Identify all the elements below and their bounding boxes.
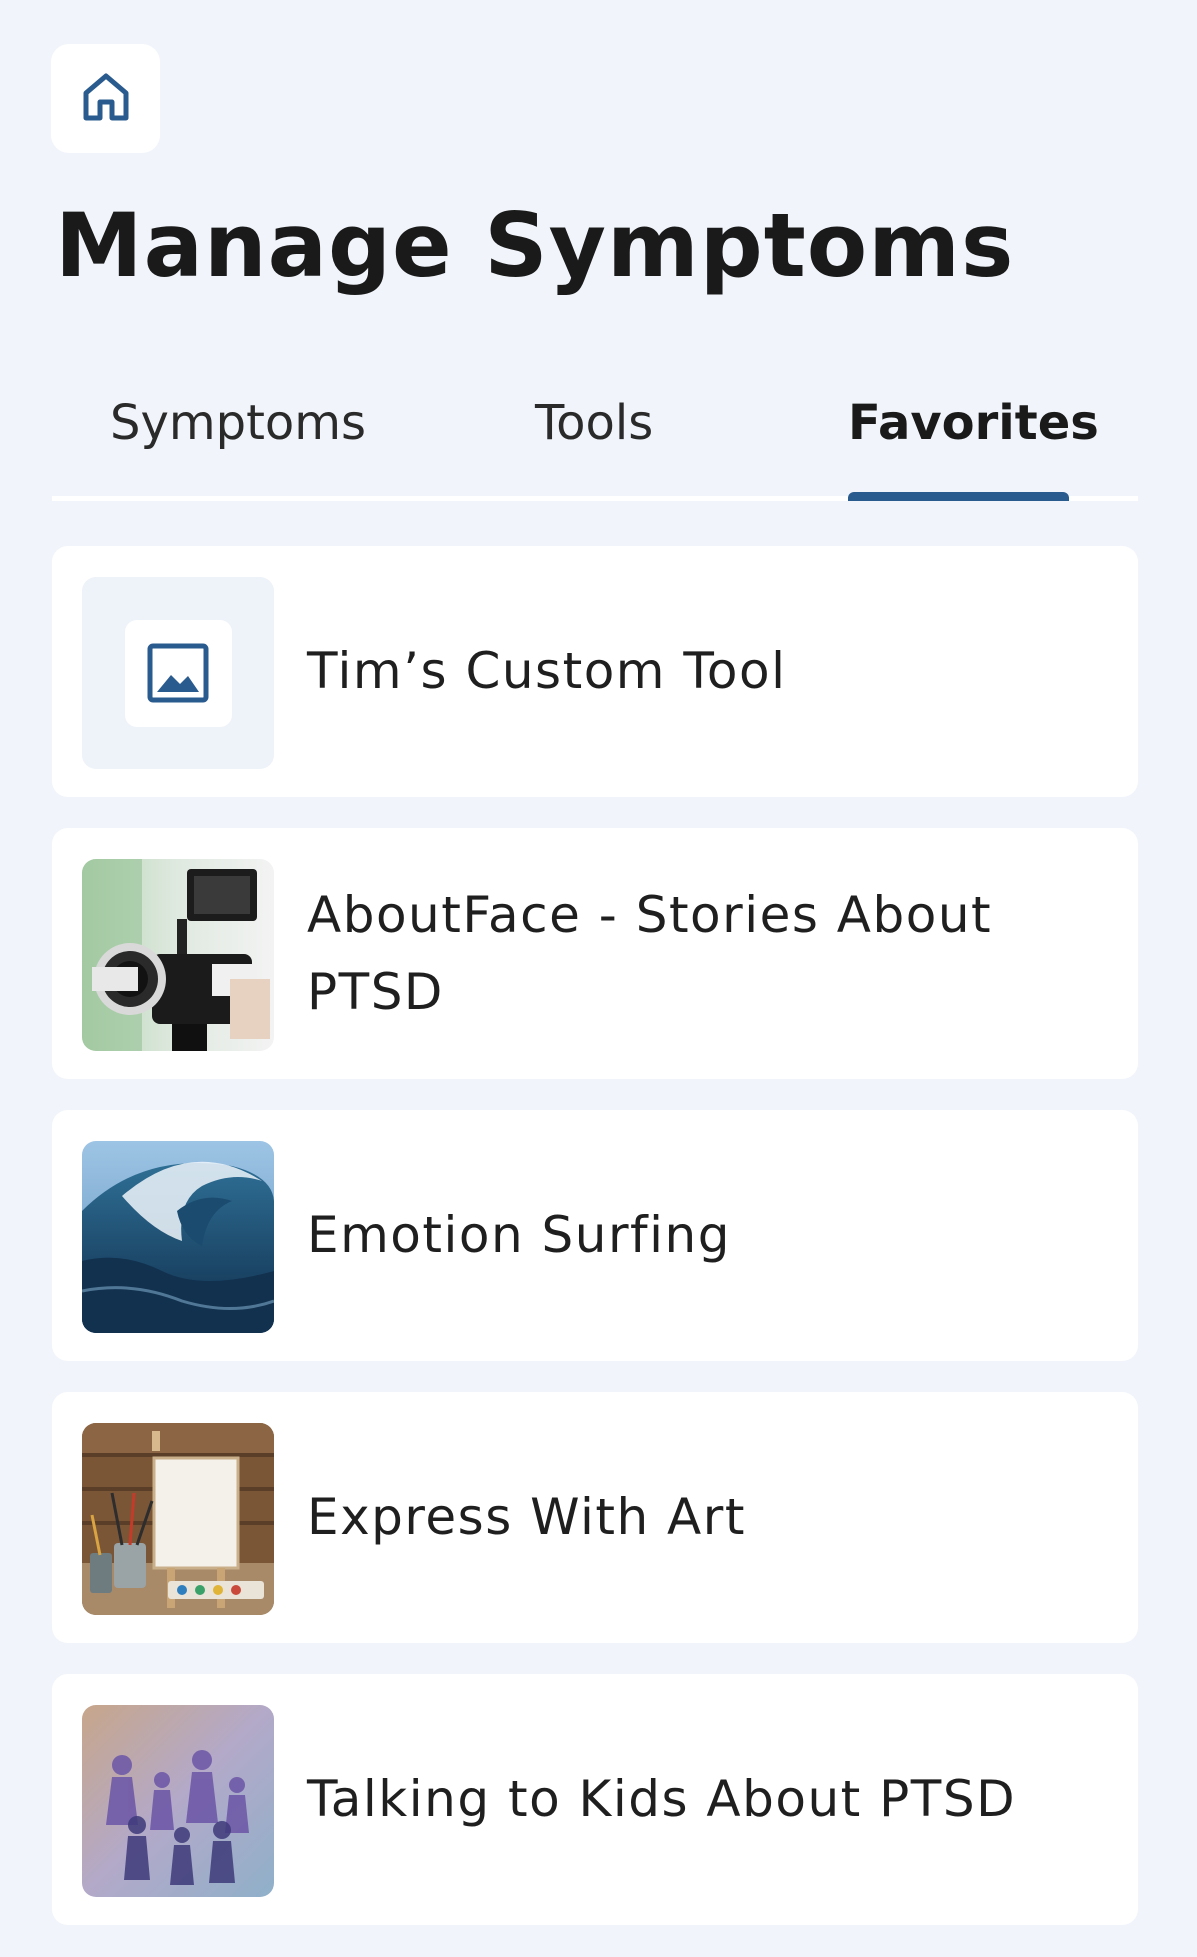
tab-favorites[interactable]: Favorites (848, 395, 1099, 451)
easel-and-brushes-photo (82, 1423, 274, 1615)
list-item-title: Emotion Surfing (307, 1206, 731, 1264)
page-title: Manage Symptoms (55, 194, 1015, 297)
list-item-talking-to-kids[interactable]: Talking to Kids About PTSD (52, 1674, 1138, 1925)
video-camera-photo (82, 859, 274, 1051)
list-item-title: Tim’s Custom Tool (307, 642, 787, 700)
list-item-aboutface[interactable]: AboutFace - Stories About PTSD (52, 828, 1138, 1079)
list-item-tims-custom-tool[interactable]: Tim’s Custom Tool (52, 546, 1138, 797)
image-placeholder-icon (147, 643, 209, 703)
thumbnail (82, 577, 274, 769)
active-tab-indicator (848, 492, 1069, 501)
home-icon (80, 71, 132, 127)
tab-symptoms[interactable]: Symptoms (110, 395, 366, 451)
home-button[interactable] (51, 44, 160, 153)
list-item-express-with-art[interactable]: Express With Art (52, 1392, 1138, 1643)
tab-bar: Symptoms Tools Favorites (52, 385, 1138, 501)
paper-family-chain-photo (82, 1705, 274, 1897)
list-item-title: Talking to Kids About PTSD (307, 1770, 1017, 1828)
tab-tools[interactable]: Tools (535, 395, 653, 451)
list-item-emotion-surfing[interactable]: Emotion Surfing (52, 1110, 1138, 1361)
favorites-list: Tim’s Custom Tool AboutFace - Stories Ab… (52, 546, 1138, 1956)
ocean-wave-photo (82, 1141, 274, 1333)
list-item-title: AboutFace - Stories About PTSD (307, 885, 993, 1021)
list-item-title: Express With Art (307, 1488, 746, 1546)
